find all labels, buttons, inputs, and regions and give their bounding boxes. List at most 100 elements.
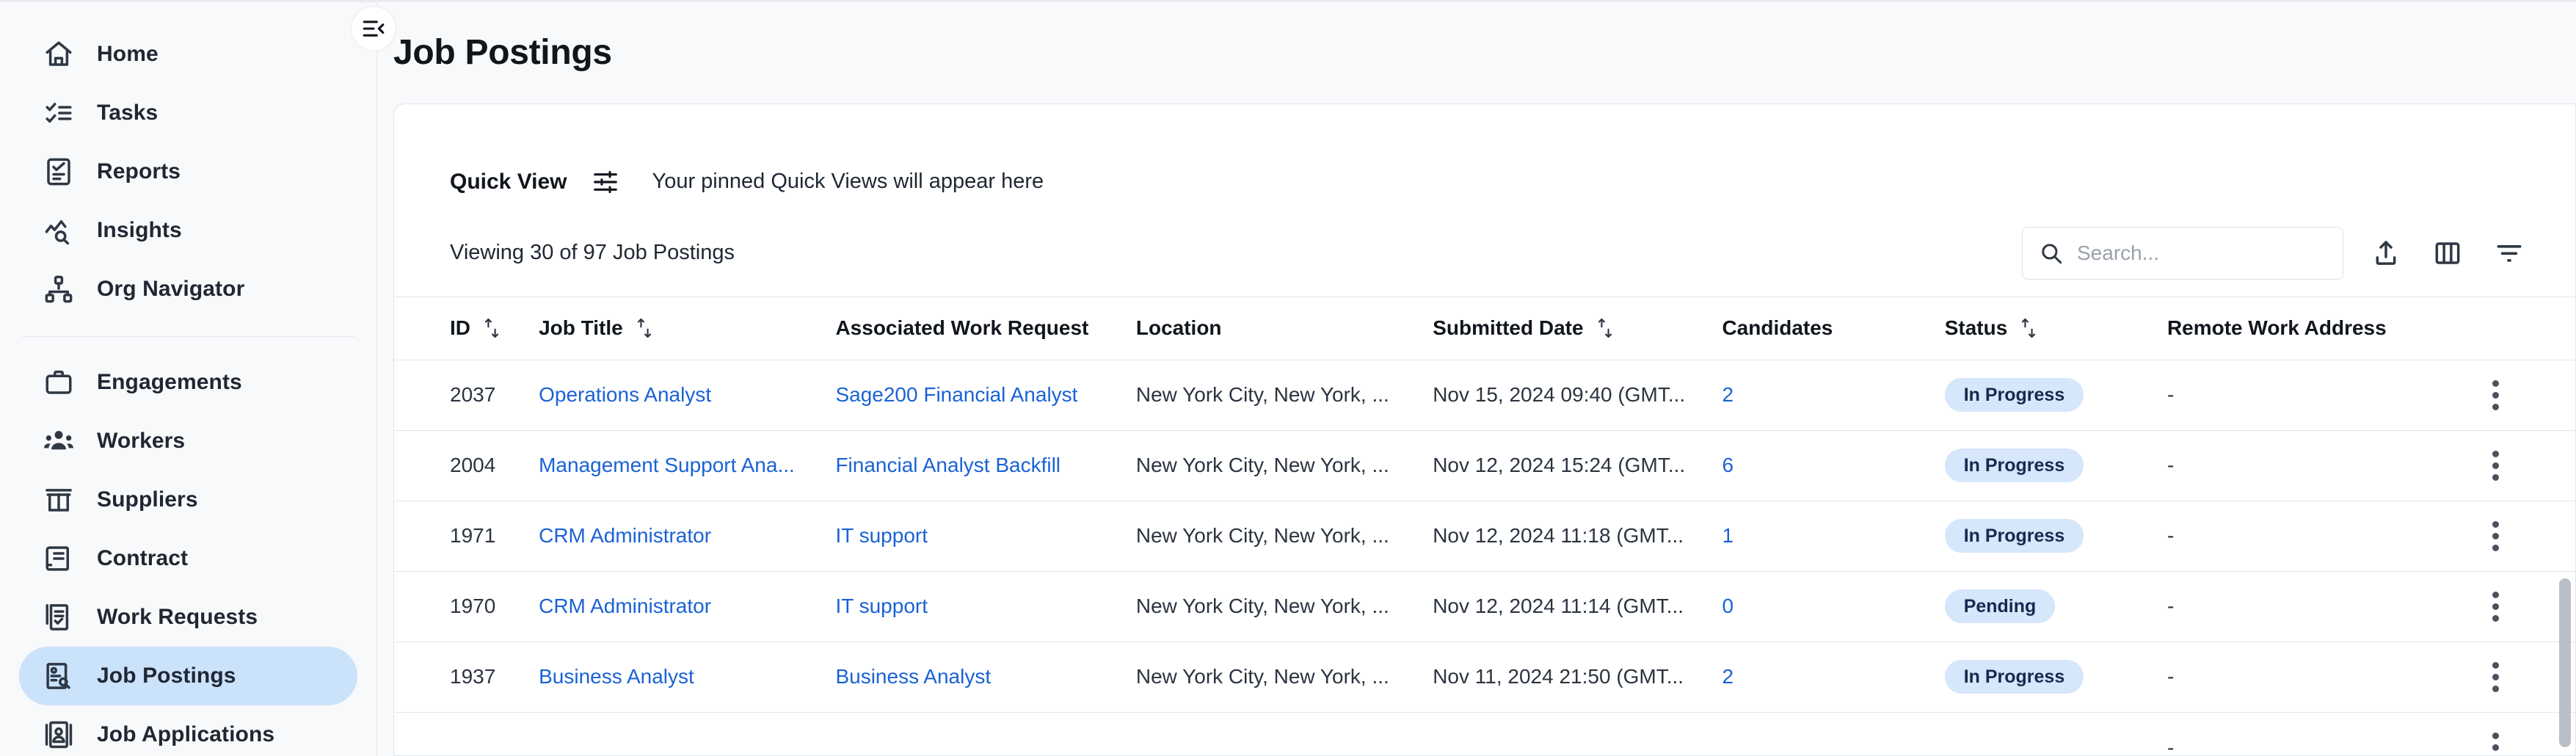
sidebar-item-reports[interactable]: Reports <box>19 142 357 201</box>
job-postings-table: ID Job Title Associated Work Request Loc… <box>394 296 2575 755</box>
sidebar-item-job-applications[interactable]: Job Applications <box>19 705 357 756</box>
window-top-strip <box>0 0 2576 2</box>
sidebar-item-tasks[interactable]: Tasks <box>19 84 357 142</box>
quick-view-label: Quick View <box>450 169 567 194</box>
sidebar-item-insights[interactable]: Insights <box>19 201 357 260</box>
kebab-menu-icon[interactable] <box>2479 519 2513 553</box>
sidebar-group-secondary: Engagements Workers Suppliers Contract W… <box>0 353 376 756</box>
sidebar-item-suppliers[interactable]: Suppliers <box>19 470 357 529</box>
cell-job-title-link[interactable]: CRM Administrator <box>539 524 711 547</box>
sort-icon[interactable] <box>481 316 503 341</box>
contract-document-icon <box>43 542 75 575</box>
status-badge: In Progress <box>1944 519 2084 553</box>
sidebar-item-work-requests[interactable]: Work Requests <box>19 588 357 647</box>
cell-work-request-link[interactable]: IT support <box>835 524 928 547</box>
job-applications-icon <box>43 719 75 751</box>
cell-location: New York City, New York, ... <box>1135 665 1389 688</box>
columns-button[interactable] <box>2428 234 2467 272</box>
columns-icon <box>2433 239 2462 268</box>
cell-job-title-link[interactable]: CRM Administrator <box>539 595 711 617</box>
sidebar-item-job-postings[interactable]: Job Postings <box>19 647 357 705</box>
table-row[interactable]: 2004 Management Support Ana... Financial… <box>394 429 2575 501</box>
cell-remote-work-address: - <box>2166 595 2175 618</box>
cell-job-title-link[interactable]: Operations Analyst <box>539 383 711 406</box>
cell-work-request-link[interactable]: Sage200 Financial Analyst <box>835 383 1077 406</box>
table-toolbar: Viewing 30 of 97 Job Postings <box>394 210 2575 297</box>
column-header-remote-work-address[interactable]: Remote Work Address <box>2166 296 2479 360</box>
kebab-menu-icon[interactable] <box>2479 448 2513 482</box>
quick-view-empty-hint: Your pinned Quick Views will appear here <box>652 170 1044 194</box>
table-row[interactable]: 2037 Operations Analyst Sage200 Financia… <box>394 360 2575 430</box>
cell-work-request-link[interactable]: Financial Analyst Backfill <box>835 454 1060 476</box>
cell-candidates-link[interactable]: 2 <box>1722 665 1733 688</box>
kebab-menu-icon[interactable] <box>2479 660 2513 694</box>
sidebar-item-home[interactable]: Home <box>19 25 357 84</box>
cell-job-title-link[interactable]: Management Support Ana... <box>539 454 795 476</box>
column-header-job-title[interactable]: Job Title <box>539 296 836 360</box>
sliders-icon[interactable] <box>591 167 620 197</box>
table-vertical-scrollbar[interactable] <box>2559 578 2571 747</box>
filter-button[interactable] <box>2490 234 2528 272</box>
main-content: Job Postings Quick View Your pinned Quic… <box>377 0 2576 756</box>
cell-id: 1970 <box>450 595 496 618</box>
sort-icon[interactable] <box>1594 316 1616 341</box>
cell-remote-work-address: - <box>2166 524 2175 548</box>
cell-candidates-link[interactable]: 1 <box>1722 524 1733 547</box>
upload-export-icon <box>2371 239 2401 268</box>
kebab-menu-icon[interactable] <box>2479 378 2513 412</box>
cell-remote-work-address: - <box>2166 665 2175 688</box>
kebab-menu-icon[interactable] <box>2479 731 2513 755</box>
toolbar-actions <box>2022 226 2528 280</box>
cell-candidates-link[interactable]: 2 <box>1722 383 1733 406</box>
sidebar-item-label: Tasks <box>97 101 159 125</box>
sidebar-item-engagements[interactable]: Engagements <box>19 353 357 412</box>
column-header-id[interactable]: ID <box>394 296 539 360</box>
table-row[interactable]: - <box>394 711 2575 755</box>
column-header-submitted-date[interactable]: Submitted Date <box>1433 296 1722 360</box>
export-button[interactable] <box>2367 234 2405 272</box>
org-navigator-icon <box>43 273 75 305</box>
app-root: Home Tasks Reports Insights Org Navigato… <box>0 0 2576 756</box>
cell-location: New York City, New York, ... <box>1135 595 1389 618</box>
column-header-status[interactable]: Status <box>1944 296 2167 360</box>
cell-job-title-link[interactable]: Business Analyst <box>539 665 694 688</box>
sidebar-item-label: Engagements <box>97 370 242 394</box>
cell-id: 2037 <box>450 383 496 407</box>
cell-candidates-link[interactable]: 6 <box>1722 454 1733 476</box>
storefront-icon <box>43 484 75 516</box>
table-row[interactable]: 1970 CRM Administrator IT support New Yo… <box>394 570 2575 642</box>
search-box[interactable] <box>2022 226 2343 280</box>
search-icon <box>2039 241 2064 266</box>
table-body: 2037 Operations Analyst Sage200 Financia… <box>394 360 2575 755</box>
table-row[interactable]: 1971 CRM Administrator IT support New Yo… <box>394 500 2575 572</box>
table-header: ID Job Title Associated Work Request Loc… <box>394 296 2575 360</box>
cell-location: New York City, New York, ... <box>1135 383 1389 407</box>
column-header-label: ID <box>450 316 470 340</box>
cell-candidates-link[interactable]: 0 <box>1722 595 1733 617</box>
sidebar-item-contract[interactable]: Contract <box>19 529 357 588</box>
kebab-menu-icon[interactable] <box>2479 589 2513 623</box>
sidebar-item-org-navigator[interactable]: Org Navigator <box>19 260 357 319</box>
sidebar-collapse-button[interactable] <box>351 6 396 51</box>
cell-submitted-date: Nov 12, 2024 11:14 (GMT... <box>1433 595 1684 618</box>
cell-work-request-link[interactable]: IT support <box>835 595 928 617</box>
cell-location: New York City, New York, ... <box>1135 524 1389 548</box>
table-row[interactable]: 1937 Business Analyst Business Analyst N… <box>394 641 2575 713</box>
page-title: Job Postings <box>393 33 612 72</box>
sidebar-item-label: Work Requests <box>97 605 258 629</box>
cell-work-request-link[interactable]: Business Analyst <box>835 665 991 688</box>
sidebar-item-label: Contract <box>97 546 189 570</box>
reports-icon <box>43 156 75 188</box>
status-badge: In Progress <box>1944 378 2084 412</box>
column-header-label: Status <box>1944 316 2008 340</box>
sort-icon[interactable] <box>2017 316 2040 341</box>
cell-location: New York City, New York, ... <box>1135 454 1389 477</box>
search-input[interactable] <box>2077 241 2326 265</box>
sort-icon[interactable] <box>633 316 655 341</box>
column-header-location[interactable]: Location <box>1135 296 1433 360</box>
sidebar-item-workers[interactable]: Workers <box>19 412 357 470</box>
column-header-candidates[interactable]: Candidates <box>1722 296 1945 360</box>
sidebar-item-label: Job Applications <box>97 722 275 746</box>
column-header-associated-work-request[interactable]: Associated Work Request <box>835 296 1136 360</box>
people-icon <box>43 425 75 457</box>
